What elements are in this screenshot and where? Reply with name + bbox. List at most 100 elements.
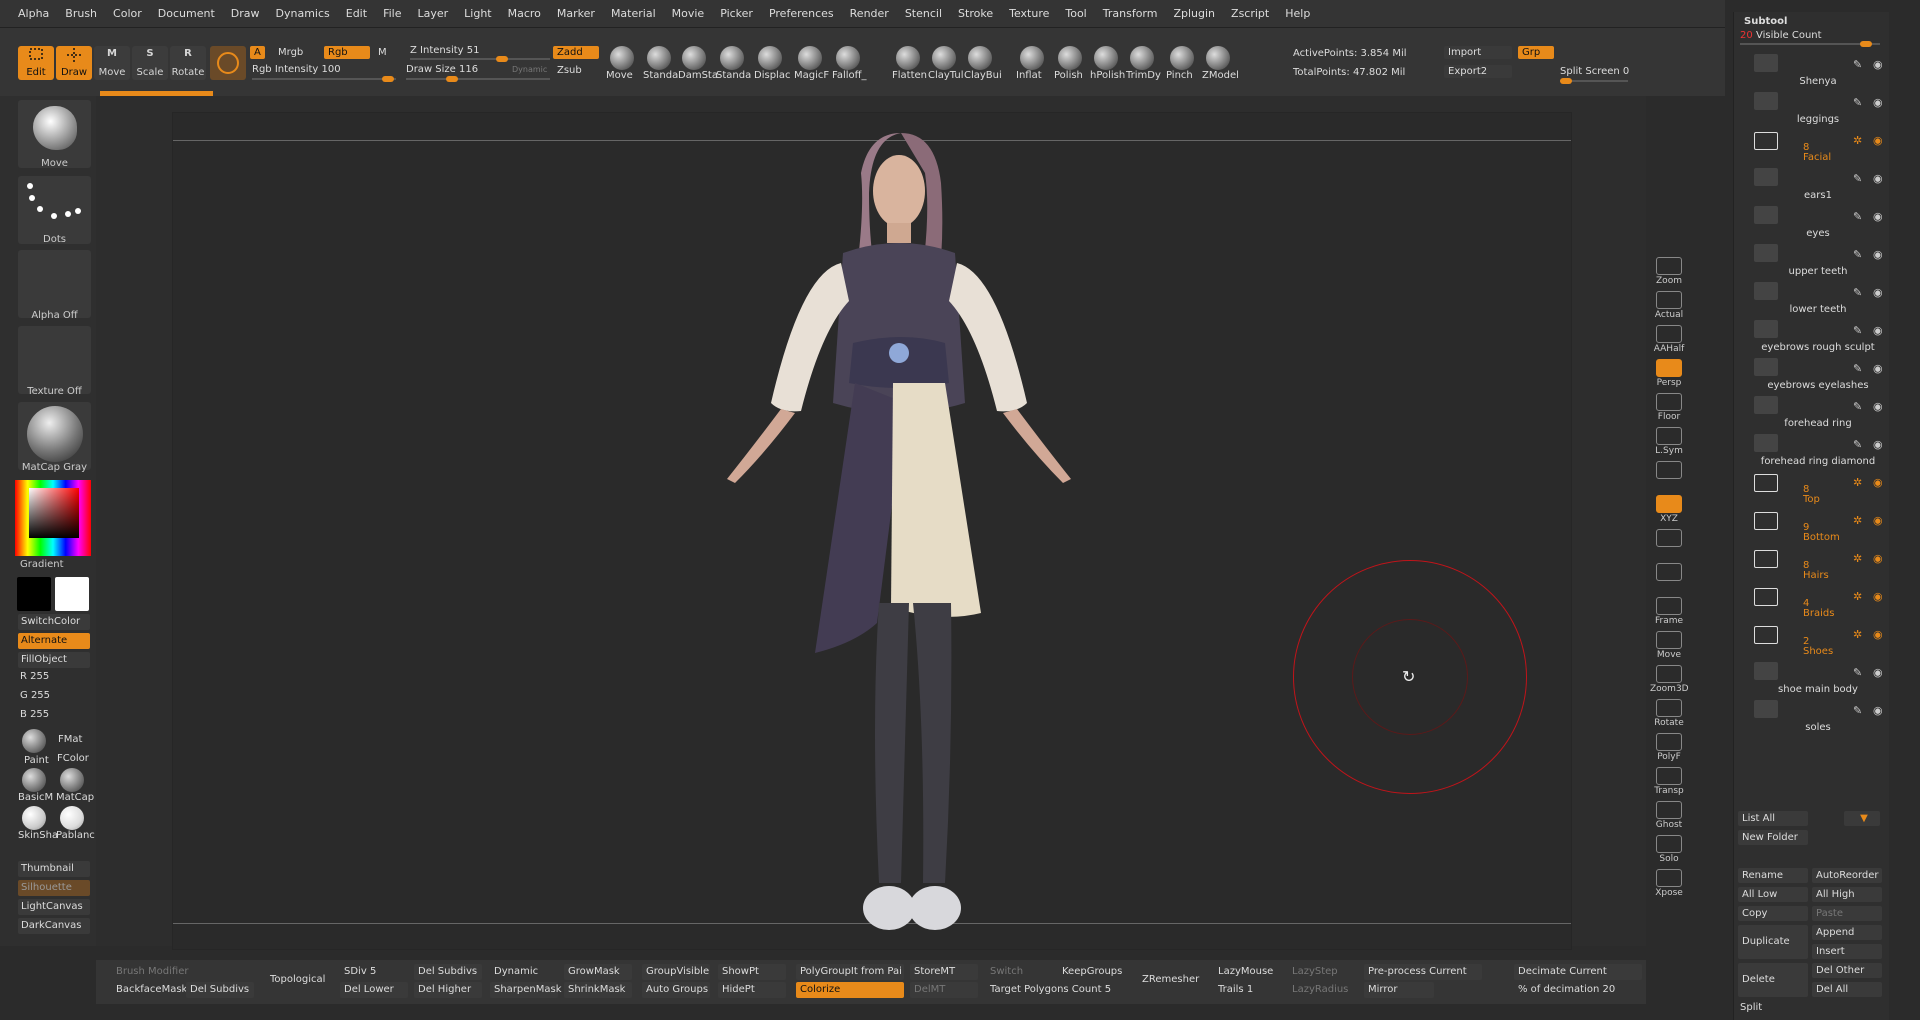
fillobject-button[interactable]: FillObject	[18, 652, 90, 668]
view-move-button[interactable]: Move	[1650, 629, 1688, 663]
draw-button[interactable]: Draw	[56, 46, 92, 80]
list-all-button[interactable]: List All	[1738, 811, 1808, 826]
brush-icon[interactable]: ✎	[1853, 704, 1862, 717]
view-xpose-button[interactable]: Xpose	[1650, 867, 1688, 901]
brush-14-icon[interactable]	[1170, 46, 1194, 70]
alternate-button[interactable]: Alternate	[18, 633, 90, 649]
eye-icon[interactable]: ◉	[1873, 96, 1883, 109]
all-high-button[interactable]: All High	[1812, 887, 1882, 902]
menu-stroke[interactable]: Stroke	[958, 7, 993, 20]
menu-preferences[interactable]: Preferences	[769, 7, 834, 20]
fcolor-button[interactable]: FColor	[57, 753, 89, 764]
subtool-item[interactable]: ◉ ✎ leggings	[1748, 88, 1888, 126]
switchcolor-button[interactable]: SwitchColor	[18, 614, 90, 630]
color-picker[interactable]	[15, 480, 91, 556]
eye-icon[interactable]: ◉	[1873, 552, 1883, 565]
gear-icon[interactable]: ✲	[1853, 590, 1862, 603]
color-picker-square[interactable]	[29, 488, 79, 538]
a-toggle[interactable]: A	[250, 46, 265, 59]
decimate-button[interactable]: Decimate Current	[1514, 964, 1642, 980]
shrinkmask-button[interactable]: ShrinkMask	[564, 982, 632, 998]
del-higher-button[interactable]: Del Higher	[414, 982, 482, 998]
eye-icon[interactable]: ◉	[1873, 248, 1883, 261]
decimation-pct-slider[interactable]: % of decimation 20	[1514, 982, 1642, 998]
subtool-item[interactable]: ◉ ✎ Shenya	[1748, 50, 1888, 88]
eye-icon[interactable]: ◉	[1873, 514, 1883, 527]
subtool-folder[interactable]: 2 ✲ ◉ Shoes	[1748, 620, 1888, 658]
view-spacer-8-button[interactable]	[1650, 527, 1688, 561]
del-all-button[interactable]: Del All	[1812, 982, 1882, 997]
view-actual-button[interactable]: Actual	[1650, 289, 1688, 323]
menu-brush[interactable]: Brush	[65, 7, 97, 20]
eye-icon[interactable]: ◉	[1873, 590, 1883, 603]
all-low-button[interactable]: All Low	[1738, 887, 1808, 902]
brush-icon[interactable]: ✎	[1853, 362, 1862, 375]
brush-12-icon[interactable]	[1094, 46, 1118, 70]
duplicate-button[interactable]: Duplicate	[1738, 925, 1808, 959]
eye-icon[interactable]: ◉	[1873, 362, 1883, 375]
subtool-item[interactable]: ◉ ✎ soles	[1748, 696, 1888, 734]
main-color-swatch[interactable]	[55, 577, 89, 611]
lazystep-slider[interactable]: LazyStep	[1288, 964, 1356, 980]
scale-mode-button[interactable]: S Scale	[132, 46, 168, 80]
split-screen-slider[interactable]: Split Screen 0	[1560, 66, 1629, 77]
document-area[interactable]	[172, 112, 1572, 950]
target-polygons-slider[interactable]: Target Polygons Count 5	[986, 982, 1126, 998]
copy-button[interactable]: Copy	[1738, 906, 1808, 921]
insert-button[interactable]: Insert	[1812, 944, 1882, 959]
brush-0-icon[interactable]	[610, 46, 634, 70]
brush-icon[interactable]: ✎	[1853, 248, 1862, 261]
switch-button[interactable]: Switch	[986, 964, 1054, 980]
zsub-toggle[interactable]: Zsub	[557, 65, 582, 76]
colorize-button[interactable]: Colorize	[796, 982, 904, 998]
subtool-item[interactable]: ◉ ✎ eyes	[1748, 202, 1888, 240]
thumbnail-button[interactable]: Thumbnail	[18, 861, 90, 877]
showpt-button[interactable]: ShowPt	[718, 964, 786, 980]
edit-button[interactable]: Edit	[18, 46, 54, 80]
subtool-folder[interactable]: 8 ✲ ◉ Hairs	[1748, 544, 1888, 582]
groupvisible-button[interactable]: GroupVisible	[642, 964, 710, 980]
menu-help[interactable]: Help	[1285, 7, 1310, 20]
menu-draw[interactable]: Draw	[231, 7, 260, 20]
menu-alpha[interactable]: Alpha	[18, 7, 49, 20]
menu-movie[interactable]: Movie	[672, 7, 705, 20]
eye-icon[interactable]: ◉	[1873, 172, 1883, 185]
menu-color[interactable]: Color	[113, 7, 142, 20]
visible-count-track[interactable]	[1740, 41, 1880, 47]
alpha-thumb[interactable]	[18, 250, 91, 318]
brush-7-icon[interactable]	[896, 46, 920, 70]
view-spacer-9-button[interactable]	[1650, 561, 1688, 595]
rgb-intensity-slider[interactable]: Rgb Intensity 100	[252, 64, 341, 75]
keepgroups-button[interactable]: KeepGroups	[1058, 964, 1126, 980]
brush-2-icon[interactable]	[682, 46, 706, 70]
silhouette-button[interactable]: Silhouette	[18, 880, 90, 896]
view-ghost-button[interactable]: Ghost	[1650, 799, 1688, 833]
z-intensity-slider[interactable]: Z Intensity 51	[410, 45, 479, 56]
subtool-item[interactable]: ◉ ✎ eyebrows eyelashes	[1748, 354, 1888, 392]
delete-button[interactable]: Delete	[1738, 963, 1808, 997]
view-aahalf-button[interactable]: AAHalf	[1650, 323, 1688, 357]
import-button[interactable]: Import	[1444, 46, 1512, 59]
del-other-button[interactable]: Del Other	[1812, 963, 1882, 978]
view-persp-button[interactable]: Persp	[1650, 357, 1688, 391]
mirror-button[interactable]: Mirror	[1364, 982, 1434, 998]
storemt-button[interactable]: StoreMT	[910, 964, 978, 980]
material-thumb[interactable]	[18, 402, 91, 470]
eye-icon[interactable]: ◉	[1873, 438, 1883, 451]
matcap-material-icon[interactable]	[60, 768, 84, 792]
menu-texture[interactable]: Texture	[1009, 7, 1049, 20]
dynamic-toggle[interactable]: Dynamic	[512, 65, 547, 74]
gear-icon[interactable]: ✲	[1853, 552, 1862, 565]
delmt-button[interactable]: DelMT	[910, 982, 978, 998]
move-mode-button[interactable]: M Move	[94, 46, 130, 80]
subtool-item[interactable]: ◉ ✎ eyebrows rough sculpt	[1748, 316, 1888, 354]
view-xyz-button[interactable]: XYZ	[1650, 493, 1688, 527]
export-button[interactable]: Export2	[1444, 65, 1512, 78]
menu-marker[interactable]: Marker	[557, 7, 595, 20]
skinshade-material-icon[interactable]	[22, 806, 46, 830]
view-lsym-button[interactable]: L.Sym	[1650, 425, 1688, 459]
brush-4-icon[interactable]	[758, 46, 782, 70]
lazymouse-button[interactable]: LazyMouse	[1214, 964, 1282, 980]
brush-13-icon[interactable]	[1130, 46, 1154, 70]
subtool-item[interactable]: ◉ ✎ upper teeth	[1748, 240, 1888, 278]
